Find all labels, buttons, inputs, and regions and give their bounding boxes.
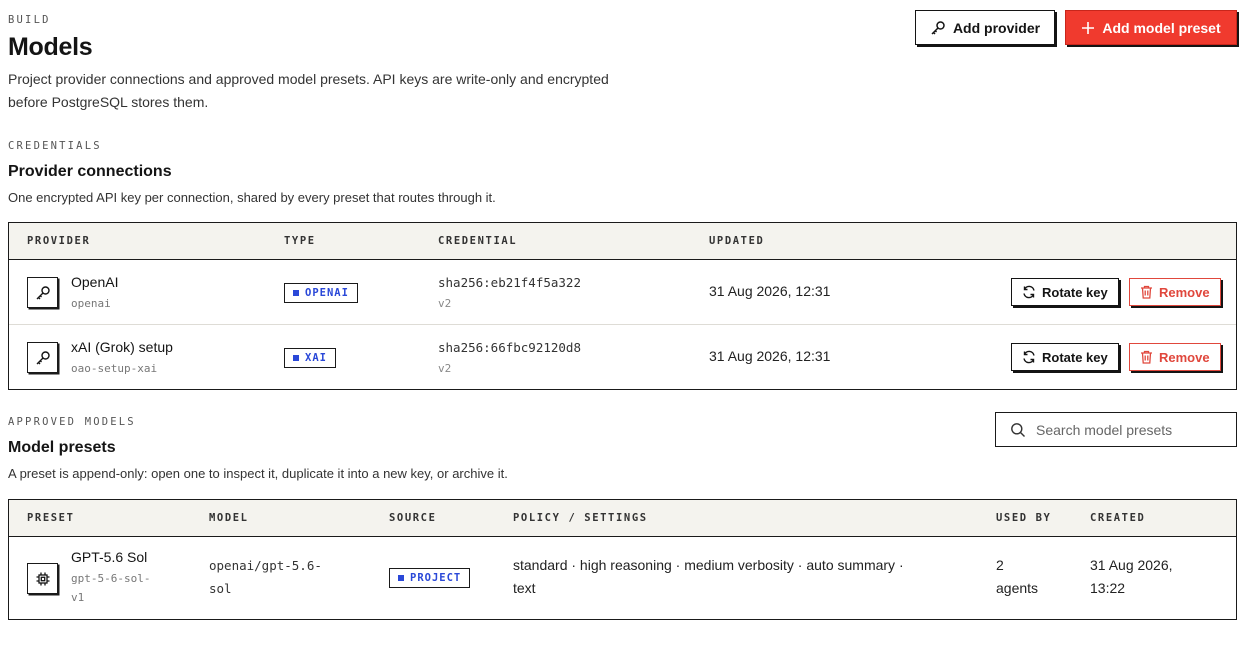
preset-slug-line2: v1 <box>71 591 85 604</box>
key-icon <box>36 350 50 364</box>
badge-square-icon <box>398 575 404 581</box>
column-created: CREATED <box>1090 512 1146 524</box>
provider-connections-table: PROVIDER TYPE CREDENTIAL UPDATED OpenAI … <box>8 222 1237 390</box>
column-preset: PRESET <box>27 512 75 524</box>
table-row[interactable]: GPT-5.6 Sol gpt-5-6-sol- v1 openai/gpt-5… <box>9 537 1236 620</box>
source-badge: PROJECT <box>389 568 471 588</box>
column-provider: PROVIDER <box>27 235 91 247</box>
page-description: Project provider connections and approve… <box>8 71 609 110</box>
key-icon <box>931 20 945 35</box>
source-badge-label: PROJECT <box>410 572 462 584</box>
updated-date: 31 Aug 2026, 12:31 <box>709 283 831 299</box>
rotate-key-label: Rotate key <box>1042 349 1108 365</box>
section-eyebrow-credentials: CREDENTIALS <box>8 140 102 152</box>
type-badge: XAI <box>284 348 336 368</box>
credential-version: v2 <box>438 362 452 375</box>
section-eyebrow-build: BUILD <box>8 14 51 26</box>
badge-square-icon <box>293 355 299 361</box>
model-presets-table: PRESET MODEL SOURCE POLICY / SETTINGS US… <box>8 499 1237 620</box>
add-provider-button[interactable]: Add provider <box>915 10 1055 45</box>
search-icon <box>1011 422 1025 437</box>
refresh-icon <box>1023 350 1035 364</box>
column-updated: UPDATED <box>709 235 765 247</box>
preset-name[interactable]: GPT-5.6 Sol <box>71 549 147 565</box>
provider-slug: oao-setup-xai <box>71 362 158 375</box>
chip-icon <box>36 572 49 585</box>
used-by-count: 2 <box>996 557 1004 573</box>
key-icon <box>36 285 50 299</box>
preset-chip-icon-box <box>27 563 58 594</box>
model-id-line1: openai/gpt-5.6- <box>209 558 322 573</box>
provider-connections-subtitle: One encrypted API key per connection, sh… <box>8 190 496 205</box>
rotate-key-button[interactable]: Rotate key <box>1011 278 1119 306</box>
credential-hash: sha256:eb21f4f5a322 <box>438 275 581 290</box>
preset-slug-line1: gpt-5-6-sol- <box>71 572 151 585</box>
model-presets-subtitle: A preset is append-only: open one to ins… <box>8 466 508 481</box>
policy-settings-line2: text <box>513 580 536 596</box>
column-credential: CREDENTIAL <box>438 235 518 247</box>
updated-date: 31 Aug 2026, 12:31 <box>709 348 831 364</box>
column-source: SOURCE <box>389 512 437 524</box>
created-date: 31 Aug 2026, <box>1090 557 1173 573</box>
badge-square-icon <box>293 290 299 296</box>
type-badge-label: OPENAI <box>305 287 349 299</box>
trash-icon <box>1141 285 1152 299</box>
provider-slug: openai <box>71 297 111 310</box>
type-badge: OPENAI <box>284 283 358 303</box>
page-title: Models <box>8 33 93 61</box>
provider-connections-title: Provider connections <box>8 163 172 180</box>
credential-hash: sha256:66fbc92120d8 <box>438 340 581 355</box>
search-box <box>995 412 1237 447</box>
remove-label: Remove <box>1159 349 1210 365</box>
created-time: 13:22 <box>1090 580 1126 596</box>
column-type: TYPE <box>284 235 316 247</box>
section-eyebrow-approved-models: APPROVED MODELS <box>8 416 136 428</box>
search-input[interactable] <box>1036 421 1226 438</box>
add-model-preset-label: Add model preset <box>1102 19 1221 36</box>
plus-icon <box>1082 21 1095 34</box>
model-presets-title: Model presets <box>8 439 116 456</box>
table-header: PRESET MODEL SOURCE POLICY / SETTINGS US… <box>9 500 1236 537</box>
table-row: OpenAI openai OPENAI sha256:eb21f4f5a322… <box>9 260 1236 325</box>
add-provider-label: Add provider <box>952 19 1041 36</box>
provider-name: xAI (Grok) setup <box>71 339 173 355</box>
refresh-icon <box>1023 285 1035 299</box>
remove-button[interactable]: Remove <box>1129 278 1221 306</box>
model-id-line2: sol <box>209 581 232 596</box>
rotate-key-button[interactable]: Rotate key <box>1011 343 1119 371</box>
remove-label: Remove <box>1159 284 1210 300</box>
provider-key-icon-box <box>27 277 58 308</box>
rotate-key-label: Rotate key <box>1042 284 1108 300</box>
provider-key-icon-box <box>27 342 58 373</box>
table-header: PROVIDER TYPE CREDENTIAL UPDATED <box>9 223 1236 260</box>
add-model-preset-button[interactable]: Add model preset <box>1065 10 1237 45</box>
type-badge-label: XAI <box>305 352 327 364</box>
column-model: MODEL <box>209 512 249 524</box>
remove-button[interactable]: Remove <box>1129 343 1221 371</box>
table-row: xAI (Grok) setup oao-setup-xai XAI sha25… <box>9 325 1236 390</box>
column-policy-settings: POLICY / SETTINGS <box>513 512 648 524</box>
credential-version: v2 <box>438 297 452 310</box>
provider-name: OpenAI <box>71 274 119 290</box>
policy-settings-line1: standard · high reasoning · medium verbo… <box>513 557 904 573</box>
trash-icon <box>1141 350 1152 364</box>
used-by-unit: agents <box>996 580 1039 596</box>
column-used-by: USED BY <box>996 512 1052 524</box>
